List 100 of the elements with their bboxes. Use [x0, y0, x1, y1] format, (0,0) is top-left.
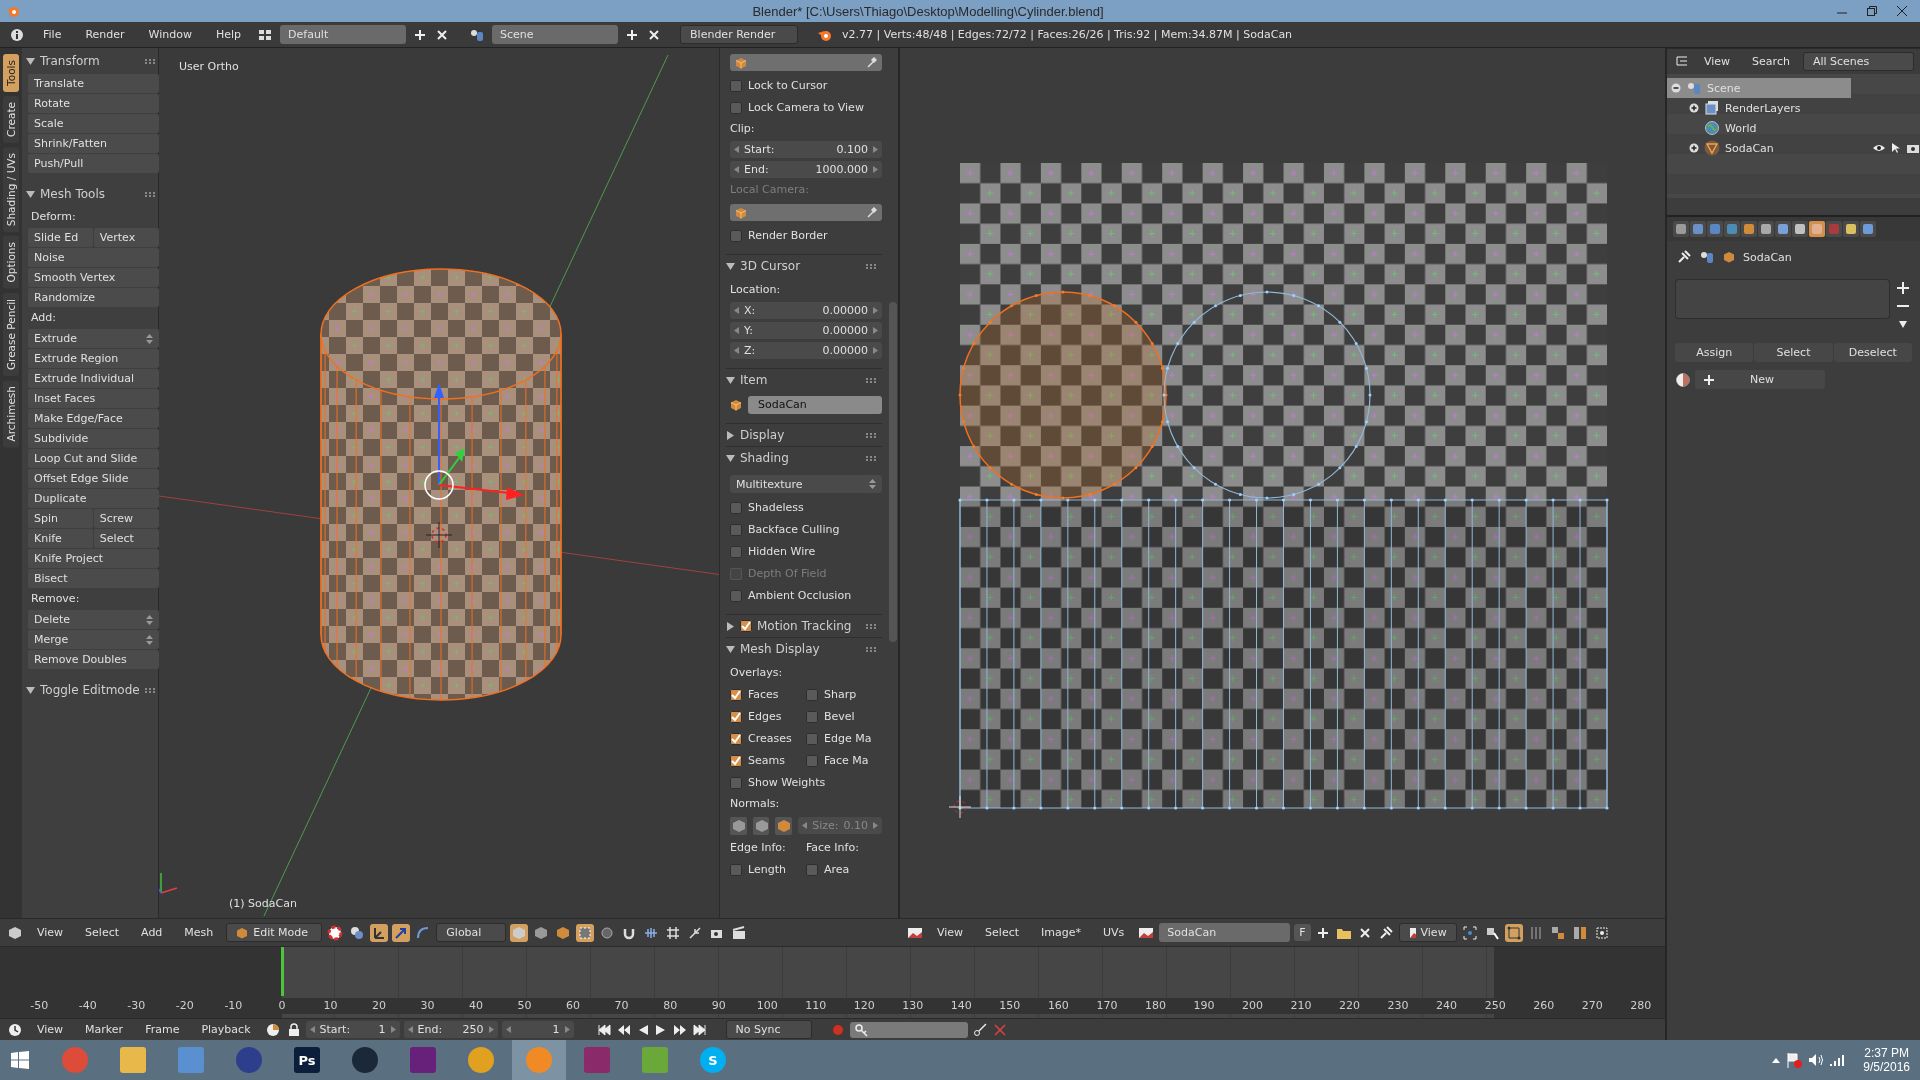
- render-engine-dropdown[interactable]: Blender Render: [680, 25, 799, 44]
- scene-field[interactable]: Scene: [492, 25, 619, 44]
- checkbox-label[interactable]: Sharp: [824, 688, 857, 701]
- slot-button[interactable]: Assign: [1675, 343, 1754, 362]
- jump-start-icon[interactable]: [595, 1022, 612, 1037]
- tool-button[interactable]: Bisect: [28, 569, 159, 588]
- decrement-arrow-icon[interactable]: [734, 307, 739, 314]
- decrement-arrow-icon[interactable]: [734, 327, 739, 334]
- menu-item[interactable]: Frame: [136, 1023, 189, 1036]
- view-mode-dropdown[interactable]: View: [1398, 923, 1457, 942]
- checkbox[interactable]: [806, 688, 818, 701]
- checkbox-label[interactable]: Creases: [748, 732, 792, 745]
- menu-item[interactable]: Search: [1743, 55, 1799, 68]
- tool-button[interactable]: Slide Ed: [28, 228, 93, 247]
- uv-island[interactable]: [1162, 290, 1372, 500]
- increment-arrow-icon[interactable]: [390, 1026, 396, 1033]
- slot-button[interactable]: Select: [1754, 343, 1833, 362]
- pivot-icon[interactable]: [1460, 923, 1479, 942]
- drag-handle-icon[interactable]: [866, 455, 878, 461]
- checkbox[interactable]: [730, 754, 742, 767]
- tool-button[interactable]: Noise: [28, 248, 159, 267]
- menu-item[interactable]: File: [34, 28, 71, 41]
- object-name-field[interactable]: SodaCan: [748, 395, 882, 414]
- increment-arrow-icon[interactable]: [873, 822, 878, 829]
- normals-toggle-icon[interactable]: [775, 816, 793, 835]
- disclosure-triangle-icon[interactable]: [726, 453, 735, 463]
- new-material-button[interactable]: New: [1695, 370, 1825, 389]
- vertex-select-icon[interactable]: [510, 923, 529, 942]
- checkbox-label[interactable]: Lock Camera to View: [748, 101, 864, 114]
- tool-button[interactable]: Duplicate: [28, 489, 159, 508]
- disclosure-triangle-icon[interactable]: [26, 189, 35, 199]
- decrement-arrow-icon[interactable]: [734, 146, 739, 153]
- menu-item[interactable]: Mesh: [175, 926, 223, 939]
- menu-item[interactable]: Select: [976, 926, 1029, 939]
- fake-user-button[interactable]: F: [1294, 924, 1311, 941]
- eye-icon[interactable]: [1872, 143, 1886, 153]
- tool-tab[interactable]: Shading / UVs: [3, 146, 19, 232]
- increment-arrow-icon[interactable]: [873, 327, 878, 334]
- decrement-arrow-icon[interactable]: [734, 166, 739, 173]
- number-field[interactable]: Start: 0.100: [730, 141, 882, 158]
- tool-button[interactable]: Screw: [93, 509, 159, 528]
- panel-title[interactable]: 3D Cursor: [740, 259, 861, 273]
- end-frame-field[interactable]: End: 250: [403, 1021, 498, 1038]
- checkbox-label[interactable]: Hidden Wire: [748, 545, 816, 558]
- tool-dropdown[interactable]: Delete: [28, 610, 159, 629]
- increment-arrow-icon[interactable]: [873, 347, 878, 354]
- outliner-label[interactable]: RenderLayers: [1725, 101, 1801, 115]
- scrollbar-thumb[interactable]: [889, 302, 897, 642]
- pin-icon[interactable]: [1677, 250, 1691, 264]
- checkbox[interactable]: [730, 710, 742, 723]
- disclosure-triangle-icon[interactable]: [726, 430, 735, 440]
- outliner-row[interactable]: RenderLayers: [1667, 98, 1920, 118]
- tool-button[interactable]: Subdivide: [28, 429, 159, 448]
- object-field[interactable]: [730, 204, 882, 221]
- jump-end-icon[interactable]: [691, 1022, 708, 1037]
- normals-toggle-icon[interactable]: [752, 816, 770, 835]
- checkbox-label[interactable]: Edge Ma: [824, 732, 872, 745]
- checkbox[interactable]: [806, 754, 818, 767]
- menu-item[interactable]: UVs: [1094, 926, 1134, 939]
- checkbox[interactable]: [730, 501, 742, 514]
- checkbox[interactable]: [730, 79, 742, 92]
- checkbox-label[interactable]: Render Border: [748, 229, 828, 242]
- checkbox[interactable]: [730, 732, 742, 745]
- cursor-arrow-icon[interactable]: [1891, 142, 1901, 154]
- expand-toggle-icon[interactable]: [1671, 83, 1681, 93]
- tool-button[interactable]: Extrude Individual: [28, 369, 159, 388]
- cube-icon[interactable]: [6, 924, 24, 941]
- checkbox-label[interactable]: Lock to Cursor: [748, 79, 828, 92]
- tool-button[interactable]: Knife: [28, 529, 93, 548]
- expand-toggle-icon[interactable]: [1689, 103, 1699, 113]
- tool-tab[interactable]: Archimesh: [3, 379, 19, 447]
- disclosure-triangle-icon[interactable]: [726, 621, 735, 631]
- drag-handle-icon[interactable]: [144, 687, 157, 693]
- checkbox-label[interactable]: Bevel: [824, 710, 855, 723]
- tool-button[interactable]: Shrink/Fatten: [28, 134, 159, 153]
- start-frame-field[interactable]: Start: 1: [305, 1021, 400, 1038]
- menu-item[interactable]: View: [28, 1023, 73, 1036]
- menu-item[interactable]: View: [28, 926, 73, 939]
- shading-dropdown[interactable]: Multitexture: [730, 475, 882, 493]
- checkbox-label[interactable]: Seams: [748, 754, 785, 767]
- tool-button[interactable]: Push/Pull: [28, 154, 159, 173]
- tool-button[interactable]: Make Edge/Face: [28, 409, 159, 428]
- increment-arrow-icon[interactable]: [488, 1026, 494, 1033]
- checkbox[interactable]: [806, 710, 818, 723]
- checkbox[interactable]: [730, 229, 742, 242]
- menu-item[interactable]: Add: [132, 926, 172, 939]
- restore-icon[interactable]: [1866, 5, 1878, 17]
- tool-tab[interactable]: Tools: [3, 54, 19, 92]
- tool-dropdown[interactable]: Extrude: [28, 329, 159, 348]
- menu-item[interactable]: View: [1695, 55, 1740, 68]
- checkbox-label[interactable]: Shadeless: [748, 501, 804, 514]
- tool-button[interactable]: Inset Faces: [28, 389, 159, 408]
- menu-item[interactable]: View: [928, 926, 973, 939]
- number-field[interactable]: Z: 0.00000: [730, 342, 882, 359]
- drag-handle-icon[interactable]: [866, 623, 878, 629]
- tool-button[interactable]: Randomize: [28, 288, 159, 307]
- disclosure-triangle-icon[interactable]: [726, 375, 735, 385]
- image-name-field[interactable]: SodaCan: [1159, 923, 1291, 942]
- outliner-row[interactable]: World: [1667, 118, 1920, 138]
- checkbox-label[interactable]: Edges: [748, 710, 782, 723]
